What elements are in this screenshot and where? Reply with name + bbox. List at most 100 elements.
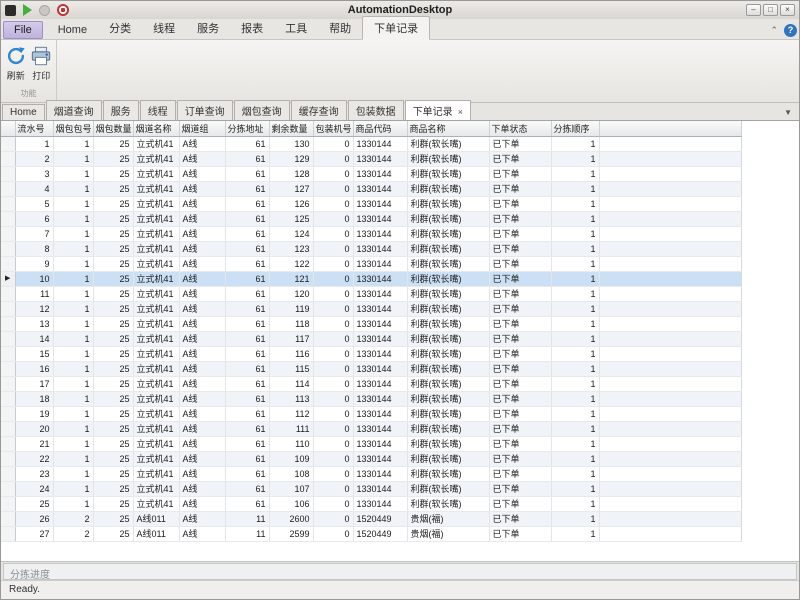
grid-cell[interactable]: 立式机41	[133, 211, 179, 226]
grid-cell[interactable]: 已下单	[489, 331, 551, 346]
grid-cell[interactable]: 1	[53, 166, 93, 181]
grid-cell[interactable]: 10	[15, 271, 53, 286]
grid-cell[interactable]: 0	[313, 331, 353, 346]
grid-cell[interactable]: 118	[269, 316, 313, 331]
grid-cell[interactable]: 0	[313, 451, 353, 466]
row-header-cell[interactable]	[1, 211, 15, 226]
grid-cell[interactable]: 立式机41	[133, 391, 179, 406]
help-icon[interactable]: ?	[784, 24, 797, 37]
grid-cell[interactable]: 0	[313, 211, 353, 226]
grid-cell[interactable]: 1330144	[353, 166, 407, 181]
grid-cell[interactable]: A线	[179, 481, 225, 496]
grid-cell[interactable]: 1330144	[353, 331, 407, 346]
grid-cell[interactable]: 已下单	[489, 466, 551, 481]
table-row[interactable]: 6125立式机41A线6112501330144利群(软长嘴)已下单1	[1, 211, 741, 226]
grid-cell[interactable]: 61	[225, 346, 269, 361]
grid-cell[interactable]: 1	[551, 451, 599, 466]
grid-cell[interactable]: 14	[15, 331, 53, 346]
table-row[interactable]: 4125立式机41A线6112701330144利群(软长嘴)已下单1	[1, 181, 741, 196]
grid-cell[interactable]: A线	[179, 376, 225, 391]
grid-cell[interactable]: 21	[15, 436, 53, 451]
grid-cell[interactable]: 1	[551, 196, 599, 211]
grid-cell[interactable]: 61	[225, 196, 269, 211]
grid-cell[interactable]: 利群(软长嘴)	[407, 496, 489, 511]
grid-cell[interactable]: 利群(软长嘴)	[407, 391, 489, 406]
grid-cell[interactable]: 26	[15, 511, 53, 526]
grid-cell[interactable]: 已下单	[489, 376, 551, 391]
grid-cell[interactable]: 1330144	[353, 346, 407, 361]
grid-cell[interactable]: 121	[269, 271, 313, 286]
table-row[interactable]: 3125立式机41A线6112801330144利群(软长嘴)已下单1	[1, 166, 741, 181]
grid-cell[interactable]: 利群(软长嘴)	[407, 181, 489, 196]
grid-cell[interactable]: 已下单	[489, 241, 551, 256]
grid-cell[interactable]: 22	[15, 451, 53, 466]
grid-cell[interactable]: A线	[179, 331, 225, 346]
table-row[interactable]: 16125立式机41A线6111501330144利群(软长嘴)已下单1	[1, 361, 741, 376]
grid-cell[interactable]: 利群(软长嘴)	[407, 436, 489, 451]
grid-cell[interactable]: 1	[53, 241, 93, 256]
grid-cell[interactable]: 1330144	[353, 391, 407, 406]
grid-cell[interactable]: 立式机41	[133, 166, 179, 181]
grid-cell[interactable]: 2	[53, 511, 93, 526]
grid-cell[interactable]: 25	[93, 331, 133, 346]
grid-cell[interactable]: 已下单	[489, 346, 551, 361]
grid-cell[interactable]: 15	[15, 346, 53, 361]
grid-cell[interactable]: 61	[225, 151, 269, 166]
grid-cell[interactable]: 0	[313, 361, 353, 376]
grid-cell[interactable]: 2600	[269, 511, 313, 526]
grid-cell[interactable]: 立式机41	[133, 301, 179, 316]
grid-cell[interactable]: 61	[225, 136, 269, 151]
grid-cell[interactable]: 1	[551, 391, 599, 406]
grid-cell[interactable]: 利群(软长嘴)	[407, 316, 489, 331]
refresh-button[interactable]: 刷新	[3, 43, 29, 86]
grid-cell[interactable]: 1	[53, 451, 93, 466]
grid-cell[interactable]: 1	[53, 346, 93, 361]
doc-tab-下单记录[interactable]: 下单记录×	[405, 100, 471, 120]
grid-cell[interactable]: 113	[269, 391, 313, 406]
grid-cell[interactable]: 利群(软长嘴)	[407, 286, 489, 301]
grid-cell[interactable]: 61	[225, 451, 269, 466]
grid-cell[interactable]: A线	[179, 361, 225, 376]
grid-cell[interactable]: A线	[179, 526, 225, 541]
grid-cell[interactable]: 1330144	[353, 406, 407, 421]
grid-corner-cell[interactable]	[1, 121, 15, 136]
grid-cell[interactable]: A线	[179, 406, 225, 421]
grid-cell[interactable]: 立式机41	[133, 436, 179, 451]
grid-cell[interactable]: 1	[551, 286, 599, 301]
grid-cell[interactable]: 已下单	[489, 496, 551, 511]
grid-cell[interactable]: 1	[53, 301, 93, 316]
grid-cell[interactable]: 114	[269, 376, 313, 391]
grid-cell[interactable]: 61	[225, 421, 269, 436]
grid-cell[interactable]: 61	[225, 331, 269, 346]
grid-cell[interactable]: 25	[93, 256, 133, 271]
row-header-cell[interactable]	[1, 166, 15, 181]
grid-cell[interactable]: 1330144	[353, 466, 407, 481]
grid-cell[interactable]: 61	[225, 271, 269, 286]
grid-cell[interactable]: 立式机41	[133, 376, 179, 391]
grid-cell[interactable]: 25	[93, 211, 133, 226]
grid-cell[interactable]: 1330144	[353, 481, 407, 496]
grid-cell[interactable]: 已下单	[489, 151, 551, 166]
grid-cell[interactable]: 1	[551, 346, 599, 361]
grid-cell[interactable]: 25	[93, 406, 133, 421]
row-header-cell[interactable]	[1, 361, 15, 376]
grid-cell[interactable]: A线	[179, 256, 225, 271]
grid-cell[interactable]: 0	[313, 511, 353, 526]
grid-cell[interactable]: 1	[53, 181, 93, 196]
grid-cell[interactable]: 1	[53, 331, 93, 346]
grid-cell[interactable]: 1330144	[353, 421, 407, 436]
grid-cell[interactable]: 126	[269, 196, 313, 211]
grid-cell[interactable]: 立式机41	[133, 406, 179, 421]
column-header-烟包包号[interactable]: 烟包包号	[53, 121, 93, 136]
grid-cell[interactable]: 0	[313, 316, 353, 331]
table-row[interactable]: 19125立式机41A线6111201330144利群(软长嘴)已下单1	[1, 406, 741, 421]
grid-cell[interactable]: 1	[53, 196, 93, 211]
row-header-cell[interactable]	[1, 526, 15, 541]
grid-cell[interactable]: 0	[313, 481, 353, 496]
grid-cell[interactable]: 61	[225, 301, 269, 316]
grid-cell[interactable]: 0	[313, 526, 353, 541]
grid-cell[interactable]: 109	[269, 451, 313, 466]
run-icon[interactable]	[23, 4, 32, 16]
grid-cell[interactable]: 1	[551, 271, 599, 286]
row-header-cell[interactable]	[1, 406, 15, 421]
